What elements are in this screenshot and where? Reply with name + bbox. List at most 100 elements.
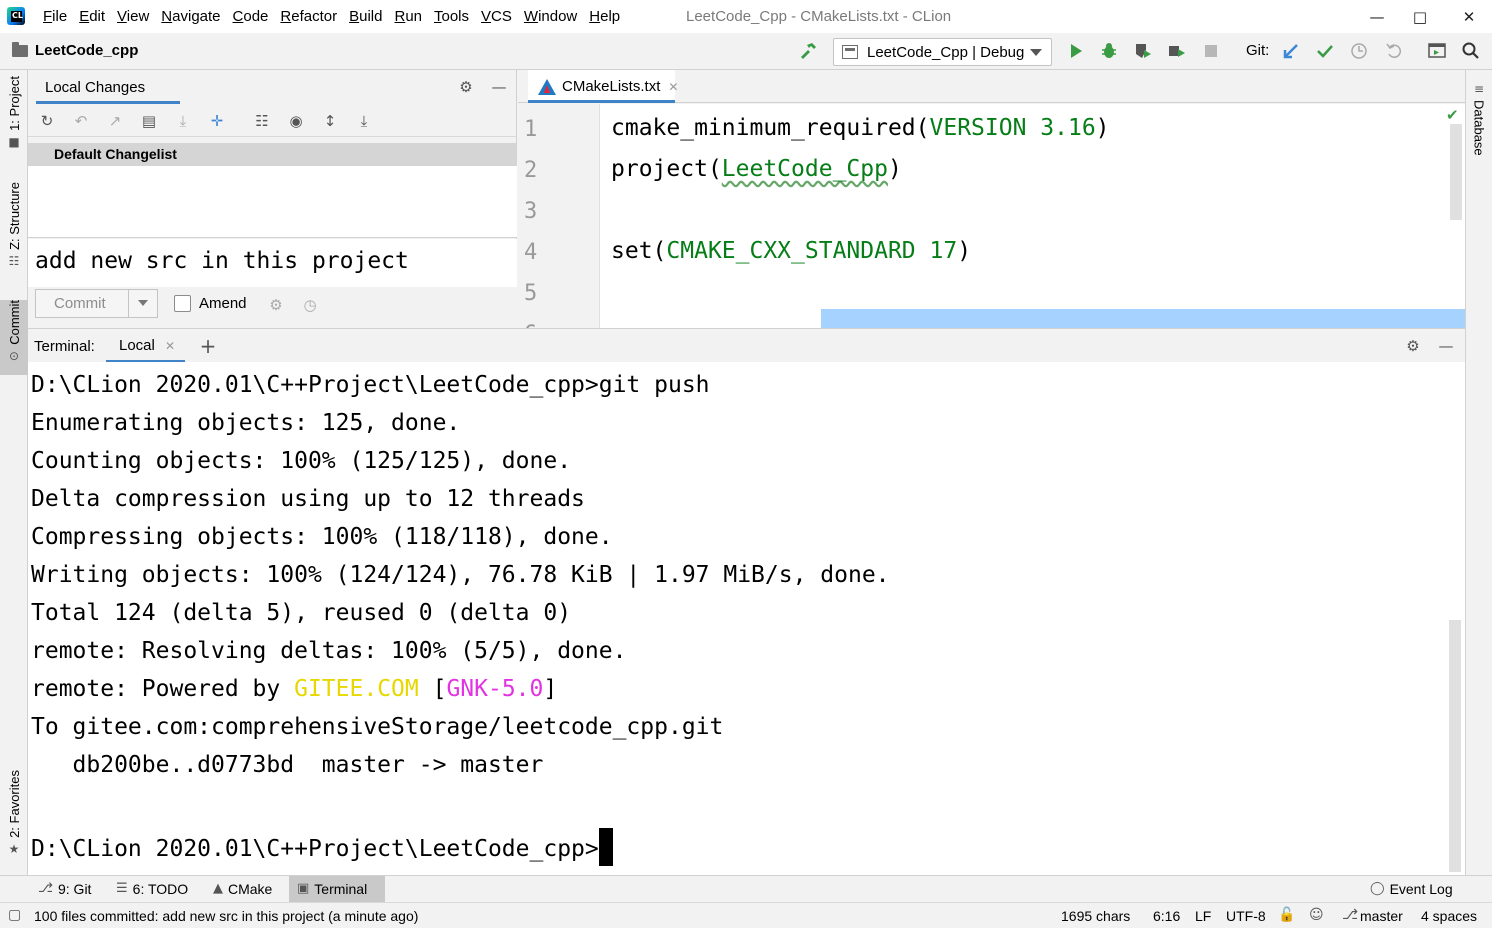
terminal-scrollbar[interactable] — [1449, 620, 1461, 872]
file-encoding[interactable]: UTF-8 — [1226, 908, 1266, 924]
project-tab-label: 1: Project — [6, 76, 22, 131]
toggle-tool-windows-icon[interactable]: ▢ — [8, 907, 21, 923]
project-breadcrumb[interactable]: LeetCode_cpp — [12, 41, 138, 59]
status-message[interactable]: 100 files committed: add new src in this… — [34, 908, 418, 924]
history-clock-icon[interactable]: ◷ — [300, 295, 320, 315]
menu-run[interactable]: Run — [388, 0, 428, 33]
commit-actions: Commit Amend ⚙ ◷ — [28, 287, 517, 328]
cmake-tool-button[interactable]: ▲ CMake — [205, 876, 280, 902]
line-number: 4 — [524, 240, 538, 265]
maximize-icon[interactable]: □ — [1397, 0, 1443, 33]
close-tab-icon[interactable]: ✕ — [668, 80, 678, 94]
code-editor[interactable]: 1 2 3 4 5 6 cmake_minimum_required(VERSI… — [518, 104, 1465, 328]
git-branch[interactable]: master — [1360, 908, 1403, 924]
run-with-coverage-icon[interactable] — [1133, 41, 1153, 61]
star-icon: ★ — [8, 841, 20, 856]
eye-icon[interactable]: ◉ — [286, 111, 306, 131]
indent-setting[interactable]: 4 spaces — [1421, 908, 1477, 924]
expand-diff-icon[interactable]: ✛ — [207, 111, 227, 131]
list-icon: ☰ — [116, 881, 128, 896]
collapse-all-icon[interactable]: ⤓ — [354, 111, 374, 131]
group-by-icon[interactable]: ☷ — [252, 111, 272, 131]
menu-refactor[interactable]: Refactor — [274, 0, 343, 33]
menu-file[interactable]: File — [37, 0, 73, 33]
close-window-icon[interactable]: ✕ — [1446, 0, 1492, 33]
local-changes-tab[interactable]: Local Changes — [45, 79, 145, 96]
expand-all-icon[interactable]: ↕ — [320, 111, 340, 131]
terminal-tool-button[interactable]: ▣ Terminal — [289, 876, 385, 902]
commit-panel: Local Changes ⚙ — ↻ ↶ ↗ ▤ ⤓ ✛ ☷ ◉ ↕ ⤓ De… — [28, 70, 517, 328]
database-tool-tab[interactable]: ≡ Database — [1466, 82, 1492, 162]
todo-tool-button[interactable]: ☰ 6: TODO — [108, 876, 196, 902]
favorites-tool-tab[interactable]: 2: Favorites ★ — [0, 770, 28, 865]
menu-help[interactable]: Help — [583, 0, 626, 33]
profiler-icon[interactable] — [1167, 41, 1187, 61]
rollback-icon[interactable]: ↶ — [71, 111, 91, 131]
menu-navigate[interactable]: Navigate — [155, 0, 226, 33]
close-tab-icon[interactable]: ✕ — [165, 339, 175, 353]
commit-tool-tab[interactable]: Commit ⊙ — [0, 300, 28, 375]
new-tab-plus-icon[interactable]: + — [198, 334, 218, 358]
editor-tab-bar: CMakeLists.txt ✕ — [518, 70, 1465, 103]
move-changes-icon[interactable]: ↗ — [105, 111, 125, 131]
hide-panel-icon[interactable]: — — [1436, 336, 1456, 356]
minimize-icon[interactable]: — — [1354, 0, 1400, 33]
terminal-title: Terminal: — [34, 338, 95, 355]
char-count[interactable]: 1695 chars — [1061, 908, 1130, 924]
text-selection — [821, 309, 1465, 328]
git-commit-check-icon[interactable] — [1315, 41, 1335, 61]
menu-build[interactable]: Build — [343, 0, 388, 33]
run-icon[interactable] — [1066, 41, 1086, 61]
terminal-text: remote: Powered by — [31, 676, 295, 702]
gear-icon[interactable]: ⚙ — [456, 77, 476, 97]
build-hammer-icon[interactable] — [798, 41, 818, 61]
line-number: 2 — [524, 158, 538, 183]
rollback-icon[interactable] — [1384, 41, 1404, 61]
editor-tab-cmakelists[interactable]: CMakeLists.txt ✕ — [528, 70, 678, 103]
presentation-icon[interactable] — [1427, 41, 1447, 61]
chevron-down-icon — [1030, 49, 1042, 56]
history-clock-icon[interactable] — [1349, 41, 1369, 61]
menu-view[interactable]: View — [111, 0, 155, 33]
structure-tool-tab[interactable]: Z: Structure ☷ — [0, 182, 28, 282]
project-tool-tab[interactable]: 1: Project ■ — [0, 76, 28, 168]
show-diff-icon[interactable]: ▤ — [139, 111, 159, 131]
menu-code[interactable]: Code — [227, 0, 275, 33]
git-tool-label: 9: Git — [57, 881, 92, 897]
amend-checkbox[interactable] — [174, 295, 191, 312]
line-number: 1 — [524, 117, 538, 142]
git-tool-button[interactable]: ⎇ 9: Git — [30, 876, 99, 902]
gear-icon[interactable]: ⚙ — [1403, 336, 1423, 356]
lock-icon[interactable]: 🔓 — [1278, 907, 1295, 923]
code-line-2: project(LeetCode_Cpp) — [611, 156, 902, 182]
structure-icon: ☷ — [8, 253, 20, 268]
stop-icon[interactable] — [1201, 41, 1221, 61]
line-separator[interactable]: LF — [1195, 908, 1211, 924]
caret-position[interactable]: 6:16 — [1153, 908, 1180, 924]
menu-window[interactable]: Window — [518, 0, 583, 33]
debug-bug-icon[interactable] — [1099, 41, 1119, 61]
menu-tools[interactable]: Tools — [428, 0, 475, 33]
git-update-icon[interactable] — [1281, 41, 1301, 61]
inspection-ok-check-icon[interactable]: ✔ — [1446, 106, 1459, 124]
refresh-icon[interactable]: ↻ — [37, 111, 57, 131]
editor-scrollbar[interactable] — [1450, 124, 1462, 220]
search-everywhere-icon[interactable] — [1461, 41, 1481, 61]
code-function: set — [611, 238, 653, 264]
favorites-tab-label: 2: Favorites — [6, 770, 22, 838]
terminal-output[interactable]: D:\CLion 2020.01\C++Project\LeetCode_cpp… — [28, 362, 1465, 875]
commit-options-dropdown[interactable] — [128, 289, 158, 318]
shelve-icon[interactable]: ⤓ — [173, 111, 193, 131]
default-changelist[interactable]: Default Changelist — [28, 143, 517, 166]
status-bar: ▢ 100 files committed: add new src in th… — [0, 902, 1492, 928]
run-configuration-select[interactable]: LeetCode_Cpp | Debug — [833, 38, 1052, 66]
changelist-tree[interactable] — [28, 166, 517, 238]
gear-icon[interactable]: ⚙ — [266, 295, 286, 315]
inspector-icon[interactable]: ☺ — [1309, 907, 1324, 923]
event-log-button[interactable]: ◯ Event Log — [1362, 876, 1461, 902]
menu-edit[interactable]: Edit — [73, 0, 111, 33]
menu-vcs[interactable]: VCS — [475, 0, 518, 33]
hide-panel-icon[interactable]: — — [489, 77, 509, 97]
terminal-tab-local[interactable]: Local ✕ — [106, 329, 185, 363]
commit-message-input[interactable]: add new src in this project — [28, 239, 517, 287]
